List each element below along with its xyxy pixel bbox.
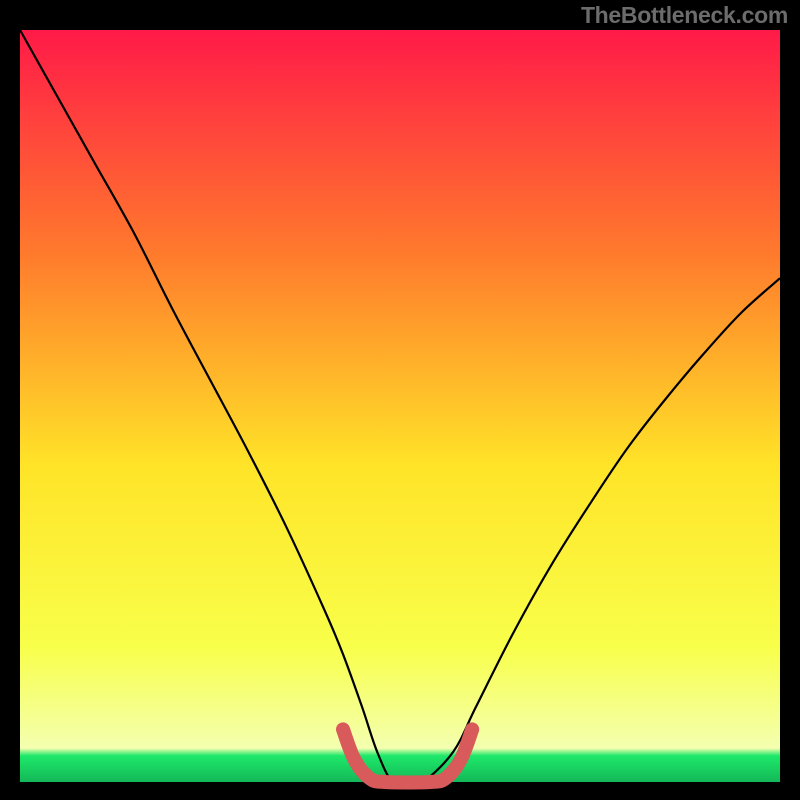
bottleneck-chart [0,0,800,800]
chart-frame: TheBottleneck.com [0,0,800,800]
watermark-text: TheBottleneck.com [581,2,788,29]
plot-background [20,30,780,782]
